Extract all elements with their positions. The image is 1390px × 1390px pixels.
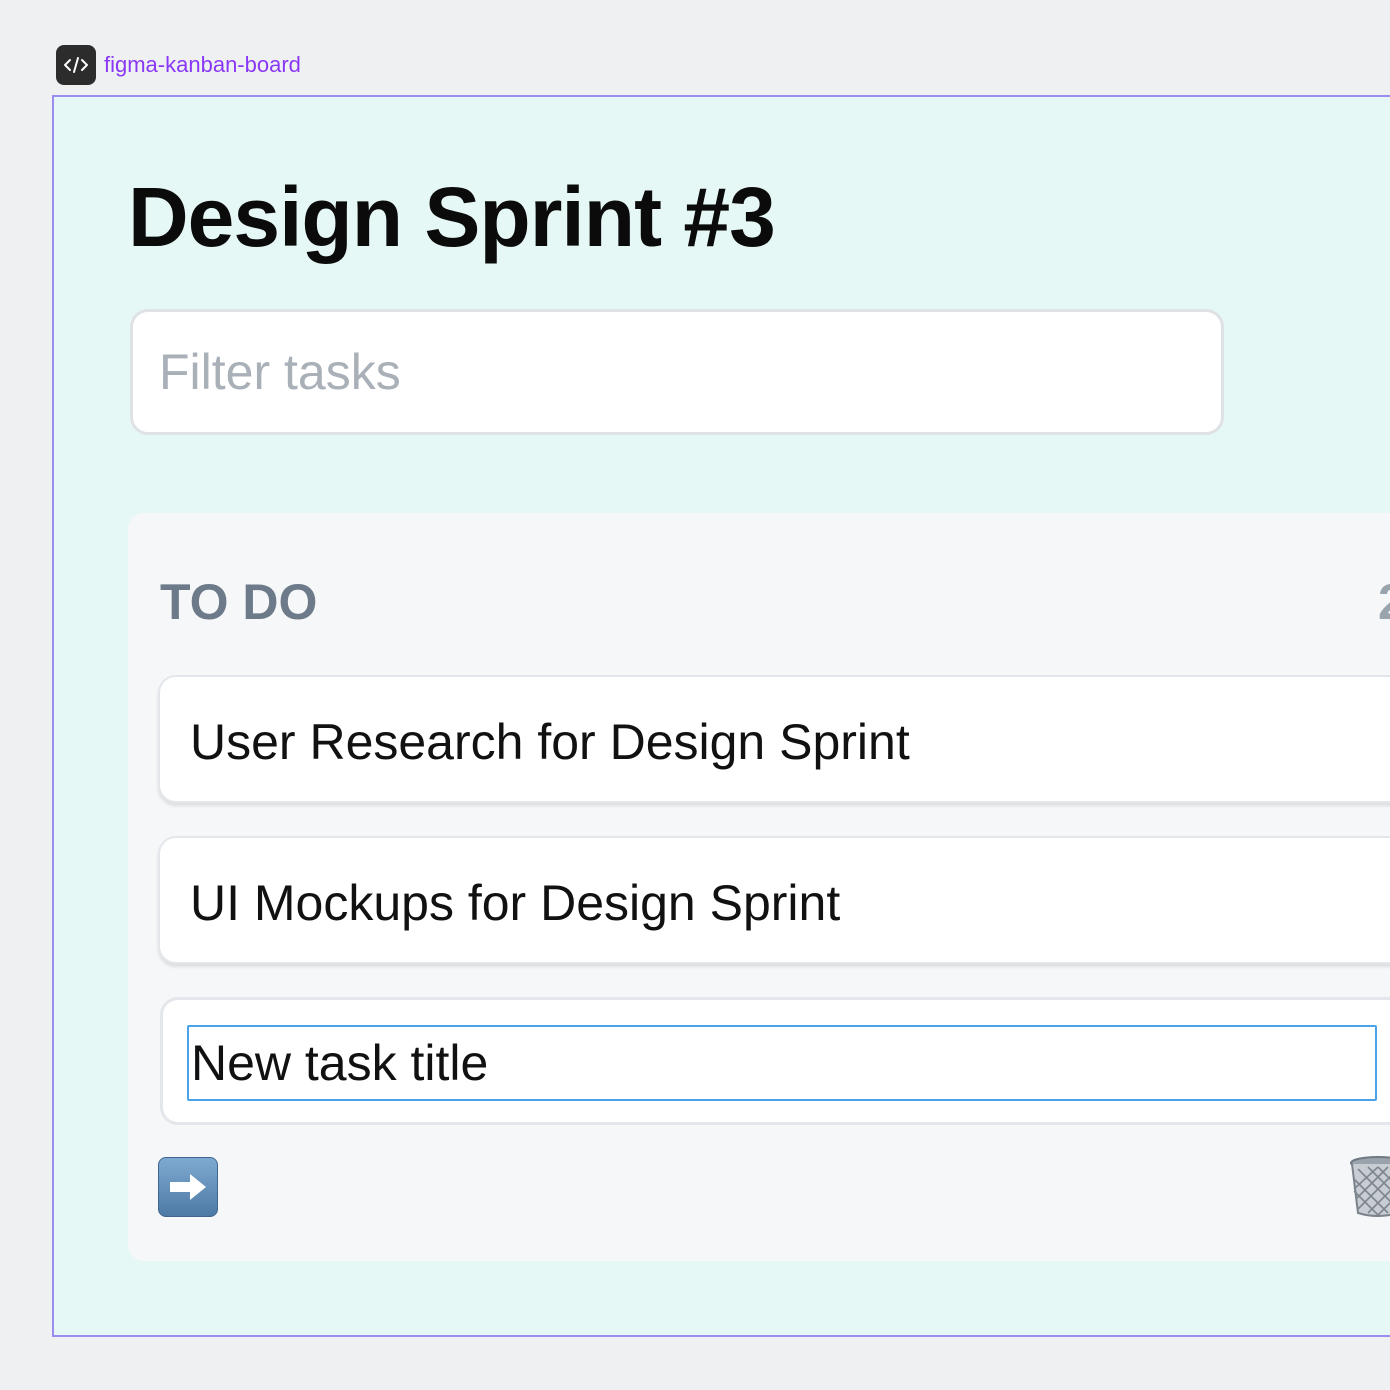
frame-label[interactable]: figma-kanban-board (56, 45, 301, 85)
new-task-title-input[interactable] (187, 1025, 1377, 1101)
board-title: Design Sprint #3 (128, 170, 776, 264)
column-title: TO DO (160, 574, 318, 630)
task-card[interactable]: UI Mockups for Design Sprint (158, 836, 1390, 964)
kanban-frame: Design Sprint #3 TO DO 2 User Research f… (52, 95, 1390, 1337)
code-icon (56, 45, 96, 85)
filter-tasks-input[interactable] (130, 309, 1224, 435)
column-task-count: 2 (1378, 573, 1390, 631)
todo-column: TO DO 2 User Research for Design Sprint … (128, 513, 1390, 1261)
frame-name[interactable]: figma-kanban-board (104, 52, 301, 78)
wastebasket-icon[interactable] (1348, 1155, 1390, 1217)
task-card-title: User Research for Design Sprint (190, 714, 910, 770)
right-arrow-icon[interactable] (158, 1157, 218, 1217)
new-task-card (160, 997, 1390, 1125)
task-card[interactable]: User Research for Design Sprint (158, 675, 1390, 803)
task-card-title: UI Mockups for Design Sprint (190, 875, 841, 931)
